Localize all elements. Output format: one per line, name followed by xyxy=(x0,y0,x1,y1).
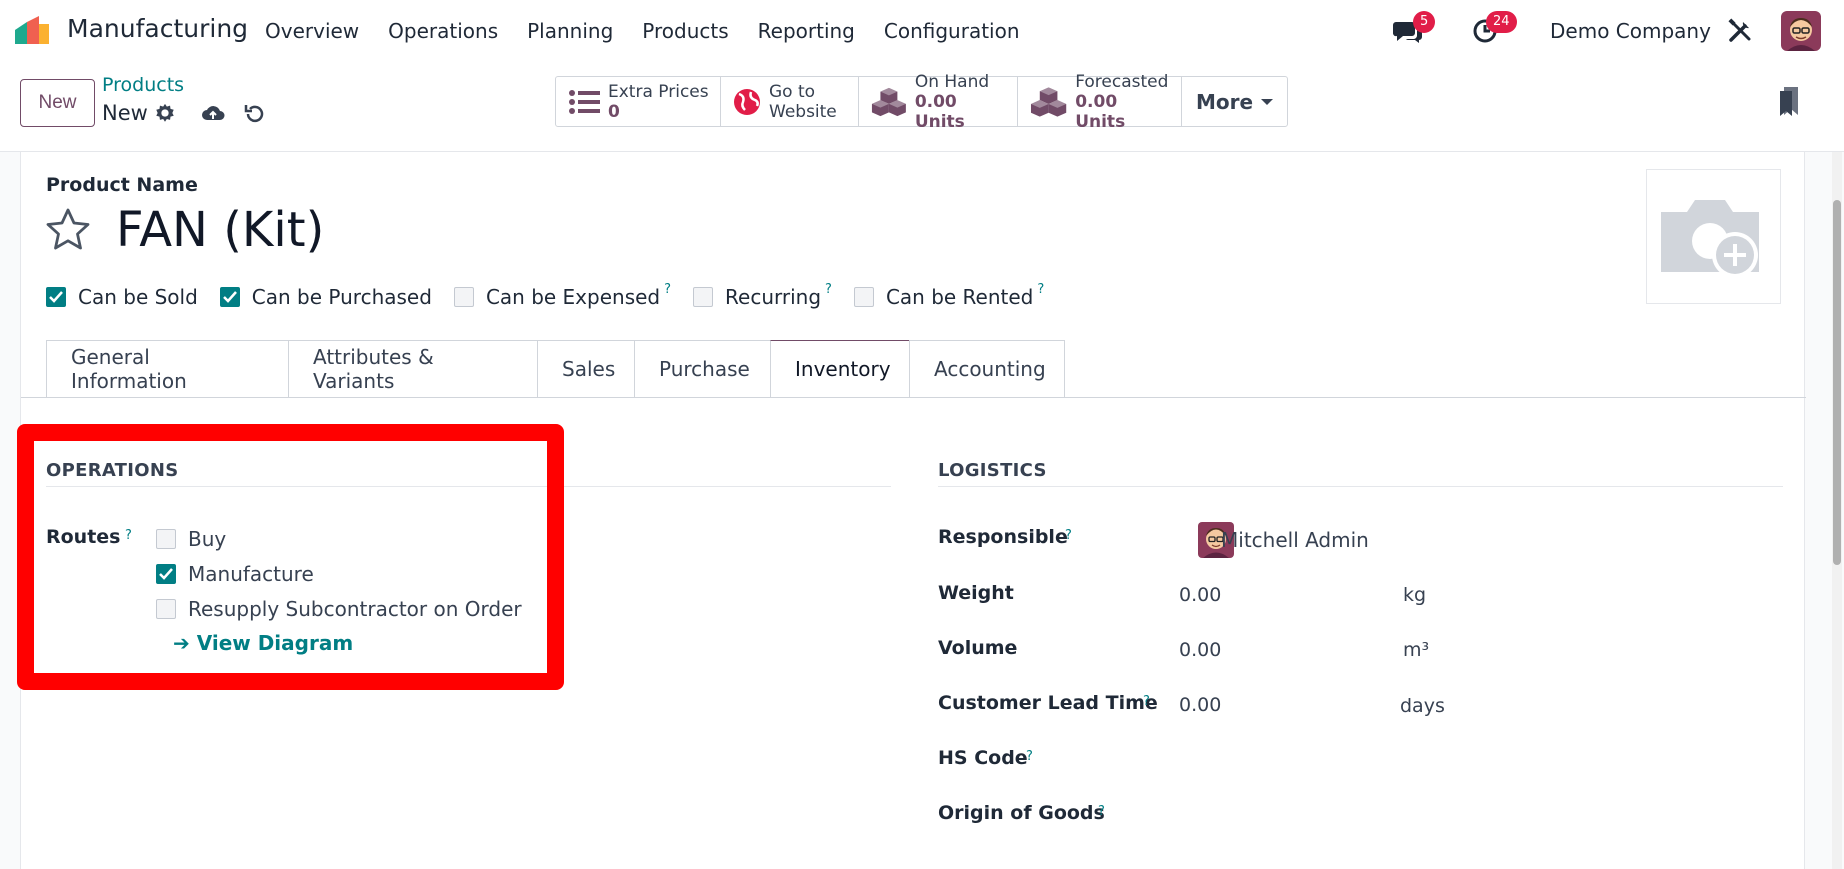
checkbox-unchecked[interactable] xyxy=(853,287,874,307)
messages-badge: 5 xyxy=(1413,11,1436,33)
cubes-icon xyxy=(1030,86,1067,117)
company-switcher[interactable]: Demo Company xyxy=(1550,19,1711,43)
avatar-face-icon xyxy=(1781,11,1821,51)
menu-configuration[interactable]: Configuration xyxy=(884,19,1020,43)
on-hand-value: 0.00 Units xyxy=(914,91,965,132)
main-menu: Overview Operations Planning Products Re… xyxy=(265,19,1049,43)
extra-prices-button[interactable]: Extra Prices 0 xyxy=(556,77,721,126)
responsible-value[interactable]: Mitchell Admin xyxy=(1221,528,1369,552)
highlight-frame xyxy=(17,424,564,690)
list-icon xyxy=(569,89,600,114)
more-label: More xyxy=(1196,89,1254,114)
breadcrumb-current: New xyxy=(102,101,148,125)
camera-plus-icon xyxy=(1661,200,1759,278)
extra-prices-label: Extra Prices xyxy=(608,81,709,102)
volume-label: Volume xyxy=(938,637,1018,659)
app-name[interactable]: Manufacturing xyxy=(67,14,248,43)
on-hand-label: On Hand xyxy=(914,71,990,92)
tab-purchase[interactable]: Purchase xyxy=(634,340,770,398)
checkbox-checked[interactable] xyxy=(219,287,240,307)
can-be-sold-label: Can be Sold xyxy=(78,285,198,309)
tab-inventory[interactable]: Inventory xyxy=(770,340,909,398)
tab-sales[interactable]: Sales xyxy=(537,340,634,398)
smart-buttons: Extra Prices 0 Go to Website On Hand 0.0… xyxy=(555,72,1289,132)
help-tooltip[interactable]: ? xyxy=(1143,694,1150,709)
recurring-label: Recurring xyxy=(725,285,822,309)
cloud-upload-icon[interactable] xyxy=(200,100,226,126)
help-tooltip[interactable]: ? xyxy=(1037,282,1044,297)
form-tabs: General Information Attributes & Variant… xyxy=(46,340,1065,398)
weight-value[interactable]: 0.00 xyxy=(1179,584,1221,606)
on-hand-button[interactable]: On Hand 0.00 Units xyxy=(859,72,1018,132)
help-tooltip[interactable]: ? xyxy=(825,282,832,297)
top-navbar: Manufacturing Overview Operations Planni… xyxy=(0,0,1844,62)
hs-code-label: HS Code xyxy=(938,747,1028,769)
user-avatar[interactable] xyxy=(1781,11,1821,51)
checkbox-checked[interactable] xyxy=(46,287,66,307)
can-be-rented-checkbox[interactable]: Can be Rented ? xyxy=(853,282,1044,309)
menu-overview[interactable]: Overview xyxy=(265,19,359,43)
menu-operations[interactable]: Operations xyxy=(388,19,498,43)
breadcrumb-products[interactable]: Products xyxy=(102,74,184,96)
forecasted-button[interactable]: Forecasted 0.00 Units xyxy=(1018,72,1182,132)
check-icon xyxy=(222,291,237,303)
control-panel: New Products New Extra Prices 0 Go to We… xyxy=(0,62,1844,152)
tab-divider xyxy=(21,397,1806,398)
help-tooltip[interactable]: ? xyxy=(664,282,671,297)
can-be-expensed-checkbox[interactable]: Can be Expensed ? xyxy=(453,282,671,309)
weight-unit: kg xyxy=(1403,584,1427,606)
new-button[interactable]: New xyxy=(20,79,95,127)
star-icon[interactable] xyxy=(44,206,92,254)
tab-accounting[interactable]: Accounting xyxy=(909,340,1065,398)
discard-changes-icon[interactable] xyxy=(242,101,268,127)
help-tooltip[interactable]: ? xyxy=(1098,804,1105,819)
bookmarks-icon[interactable] xyxy=(1778,87,1800,117)
customer-lead-time-unit: days xyxy=(1400,695,1445,717)
product-image[interactable] xyxy=(1646,169,1781,304)
customer-lead-time-label: Customer Lead Time xyxy=(938,692,1158,714)
can-be-sold-checkbox[interactable]: Can be Sold xyxy=(46,285,198,309)
volume-value[interactable]: 0.00 xyxy=(1179,639,1221,661)
menu-reporting[interactable]: Reporting xyxy=(758,19,855,43)
product-name-label: Product Name xyxy=(46,174,198,196)
logistics-title: LOGISTICS xyxy=(938,460,1047,481)
can-be-purchased-checkbox[interactable]: Can be Purchased xyxy=(219,285,432,309)
product-flags: Can be Sold Can be Purchased Can be Expe… xyxy=(46,282,1066,309)
tools-icon[interactable] xyxy=(1727,18,1753,44)
responsible-label: Responsible xyxy=(938,526,1068,548)
scrollbar-thumb[interactable] xyxy=(1833,200,1841,565)
forecasted-label: Forecasted xyxy=(1075,71,1169,92)
caret-down-icon xyxy=(1261,98,1274,105)
tab-general-information[interactable]: General Information xyxy=(46,340,288,398)
gear-icon[interactable] xyxy=(154,102,176,124)
checkbox-unchecked[interactable] xyxy=(453,287,474,307)
can-be-rented-label: Can be Rented xyxy=(885,285,1034,309)
product-name-value[interactable]: FAN (Kit) xyxy=(116,202,324,258)
go-to-website-button[interactable]: Go to Website xyxy=(721,77,859,126)
cubes-icon xyxy=(871,87,906,116)
website-line1: Go to xyxy=(769,81,816,102)
recurring-checkbox[interactable]: Recurring ? xyxy=(693,282,832,309)
menu-planning[interactable]: Planning xyxy=(527,19,613,43)
origin-of-goods-label: Origin of Goods xyxy=(938,802,1105,824)
can-be-expensed-label: Can be Expensed xyxy=(485,285,661,309)
manufacturing-app-icon[interactable] xyxy=(15,16,55,44)
check-icon xyxy=(49,291,63,303)
forecasted-value: 0.00 Units xyxy=(1075,91,1126,132)
help-tooltip[interactable]: ? xyxy=(1026,749,1033,764)
logistics-divider xyxy=(938,486,1783,487)
tab-attributes-variants[interactable]: Attributes & Variants xyxy=(288,340,537,398)
help-tooltip[interactable]: ? xyxy=(1065,528,1072,543)
weight-label: Weight xyxy=(938,582,1014,604)
activities-badge: 24 xyxy=(1486,11,1517,33)
more-button[interactable]: More xyxy=(1182,77,1287,126)
volume-unit: m³ xyxy=(1403,639,1430,661)
checkbox-unchecked[interactable] xyxy=(693,287,714,307)
globe-icon xyxy=(734,88,760,115)
can-be-purchased-label: Can be Purchased xyxy=(251,285,432,309)
website-line2: Website xyxy=(769,101,837,122)
extra-prices-value: 0 xyxy=(608,101,620,122)
customer-lead-time-value[interactable]: 0.00 xyxy=(1179,694,1221,716)
menu-products[interactable]: Products xyxy=(642,19,728,43)
